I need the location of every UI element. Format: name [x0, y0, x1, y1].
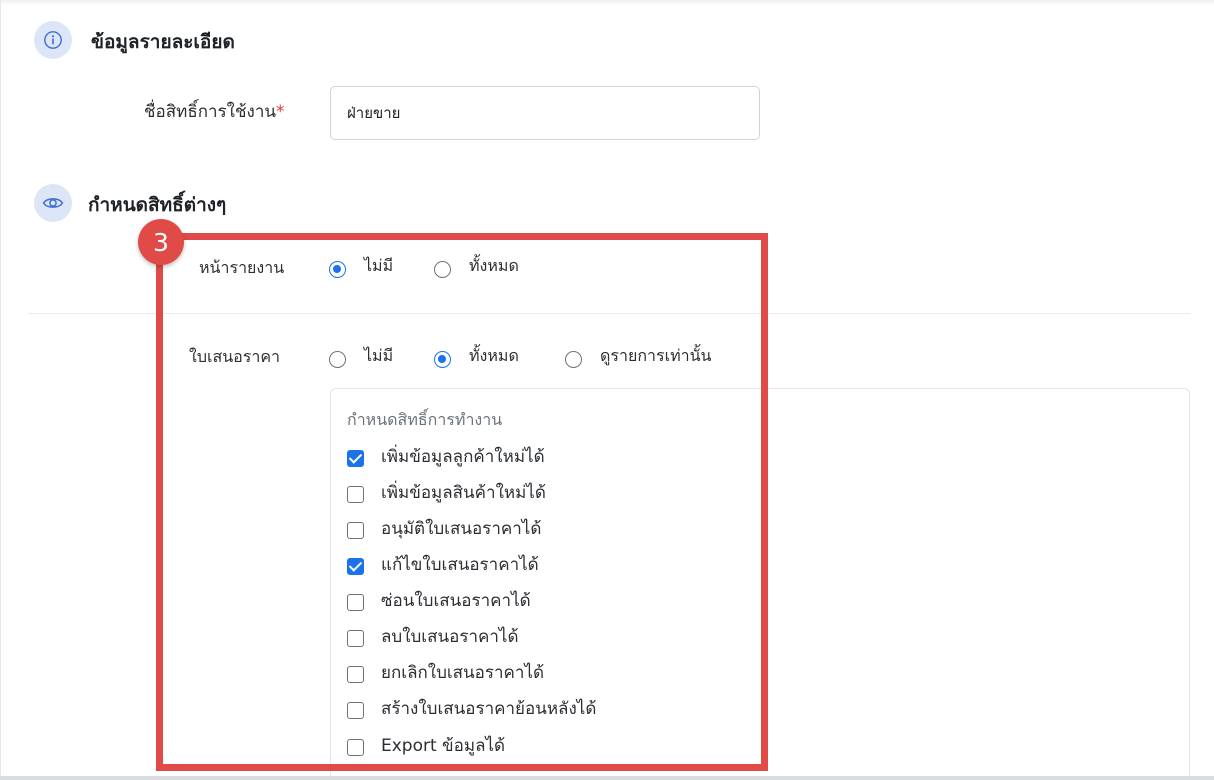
role-name-label: ชื่อสิทธิ์การใช้งาน*: [144, 102, 285, 122]
top-shadow: [0, 0, 1214, 6]
perm-approve-quotation-checkbox[interactable]: อนุมัติใบเสนอราคาได้: [347, 519, 541, 542]
checkbox-label: Export ข้อมูลได้: [381, 736, 506, 756]
quotation-radio-all[interactable]: ทั้งหมด: [434, 346, 519, 369]
radio-label: ทั้งหมด: [469, 256, 519, 275]
radio-indicator: [434, 261, 451, 278]
checkbox-label: เพิ่มข้อมูลลูกค้าใหม่ได้: [381, 447, 545, 467]
radio-label: ดูรายการเท่านั้น: [600, 346, 712, 365]
checkbox-indicator: [347, 630, 364, 647]
row-divider: [28, 313, 1190, 314]
perm-add-product-checkbox[interactable]: เพิ่มข้อมูลสินค้าใหม่ได้: [347, 483, 546, 506]
report-radio-none[interactable]: ไม่มี: [329, 256, 393, 279]
checkbox-indicator: [347, 558, 364, 575]
perm-add-customer-checkbox[interactable]: เพิ่มข้อมูลลูกค้าใหม่ได้: [347, 447, 545, 470]
required-mark: *: [275, 102, 285, 122]
radio-indicator: [565, 351, 582, 368]
checkbox-indicator: [347, 522, 364, 539]
checkbox-indicator: [347, 702, 364, 719]
perm-export-data-checkbox[interactable]: Export ข้อมูลได้: [347, 736, 505, 759]
report-radio-all[interactable]: ทั้งหมด: [434, 256, 519, 279]
eye-icon: [34, 184, 72, 222]
checkbox-label: ยกเลิกใบเสนอราคาได้: [381, 663, 545, 683]
radio-label: ไม่มี: [364, 256, 394, 275]
checkbox-label: สร้างใบเสนอราคาย้อนหลังได้: [381, 699, 597, 719]
info-icon: [34, 21, 72, 59]
checkbox-indicator: [347, 486, 364, 503]
checkbox-indicator: [347, 739, 364, 756]
radio-indicator: [434, 351, 451, 368]
checkbox-indicator: [347, 594, 364, 611]
checkbox-indicator: [347, 666, 364, 683]
work-permissions-heading: กำหนดสิทธิ์การทำงาน: [347, 410, 503, 429]
quotation-label: ใบเสนอราคา: [189, 347, 281, 366]
permissions-section-title: กำหนดสิทธิ์ต่างๆ: [88, 194, 227, 216]
radio-indicator: [329, 261, 346, 278]
bottom-edge: [0, 776, 1214, 780]
checkbox-label: แก้ไขใบเสนอราคาได้: [381, 555, 539, 575]
perm-edit-quotation-checkbox[interactable]: แก้ไขใบเสนอราคาได้: [347, 555, 539, 578]
perm-delete-quotation-checkbox[interactable]: ลบใบเสนอราคาได้: [347, 627, 519, 650]
radio-label: ไม่มี: [364, 346, 394, 365]
report-page-label: หน้ารายงาน: [199, 258, 285, 277]
checkbox-indicator: [347, 450, 364, 467]
quotation-radio-none[interactable]: ไม่มี: [329, 346, 393, 369]
radio-indicator: [329, 351, 346, 368]
checkbox-label: อนุมัติใบเสนอราคาได้: [381, 519, 542, 539]
perm-cancel-quotation-checkbox[interactable]: ยกเลิกใบเสนอราคาได้: [347, 663, 544, 686]
radio-label: ทั้งหมด: [469, 346, 519, 365]
checkbox-label: เพิ่มข้อมูลสินค้าใหม่ได้: [381, 483, 546, 503]
left-border: [0, 0, 1, 780]
details-section-title: ข้อมูลรายละเอียด: [91, 31, 235, 53]
checkbox-label: ลบใบเสนอราคาได้: [381, 627, 519, 647]
quotation-radio-view-only[interactable]: ดูรายการเท่านั้น: [565, 346, 711, 369]
checkbox-label: ซ่อนใบเสนอราคาได้: [381, 591, 531, 611]
role-name-input[interactable]: [330, 86, 760, 140]
perm-hide-quotation-checkbox[interactable]: ซ่อนใบเสนอราคาได้: [347, 591, 531, 614]
perm-backdate-quotation-checkbox[interactable]: สร้างใบเสนอราคาย้อนหลังได้: [347, 699, 596, 722]
step-number-badge: 3: [138, 219, 184, 265]
